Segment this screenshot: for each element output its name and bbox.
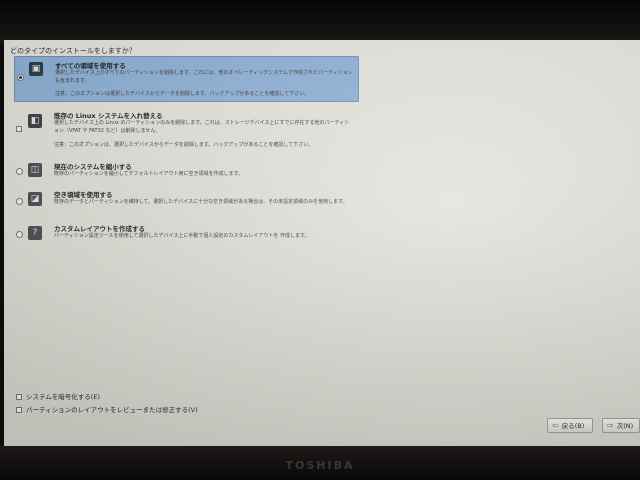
back-button[interactable]: ⇦ 戻る(B) xyxy=(547,418,593,433)
option-replace-linux[interactable]: ◧ 既存の Linux システムを入れ替える 選択したデバイス上の Linux … xyxy=(14,108,359,154)
encrypt-system-checkbox-row[interactable]: システムを暗号化する(E) xyxy=(16,391,100,401)
monitor-brand-logo: TOSHIBA xyxy=(285,459,355,472)
shrink-drive-icon: ◫ xyxy=(28,163,42,177)
installation-type-question: どのタイプのインストールをしますか？ xyxy=(10,47,136,55)
option-description: 既存のデータとパーティションを維持して、選択したデバイスに十分な空き領域がある場… xyxy=(54,199,348,205)
radio-custom-layout[interactable] xyxy=(16,231,23,238)
review-layout-label: パーティションのレイアウトをレビューまたは修正する(V) xyxy=(26,406,198,414)
option-warning: 注意：このオプションは選択したデバイスからデータを削除します。バックアップがある… xyxy=(55,91,310,97)
next-button[interactable]: ⇨ 次(N) xyxy=(602,418,640,433)
next-button-label: 次(N) xyxy=(616,422,634,430)
drive-full-icon: ▣ xyxy=(29,62,43,76)
option-description: 選択したデバイス上のすべてのパーティションを削除します。これには、他のオペレーテ… xyxy=(55,70,353,84)
encrypt-system-checkbox[interactable] xyxy=(16,394,22,400)
option-use-free-space[interactable]: ◪ 空き領域を使用する 既存のデータとパーティションを維持して、選択したデバイス… xyxy=(14,188,359,216)
radio-use-free-space[interactable] xyxy=(16,198,23,205)
left-arrow-icon: ⇦ xyxy=(552,421,559,430)
radio-use-all-space[interactable] xyxy=(17,74,24,81)
monitor-bezel-top xyxy=(0,0,640,44)
option-description: パーティション設定ツールを使用して選択したデバイス上に手動で個人設定のカスタムレ… xyxy=(54,233,310,239)
back-button-label: 戻る(B) xyxy=(561,422,585,430)
option-shrink-system[interactable]: ◫ 現在のシステムを縮小する 既存のパーティションを縮小してデフォルトレイアウト… xyxy=(14,160,359,182)
review-layout-checkbox[interactable] xyxy=(16,407,22,413)
option-description: 選択したデバイス上の Linux のパーティションのみを削除します。これは、スト… xyxy=(54,120,350,134)
radio-replace-linux[interactable] xyxy=(16,126,22,132)
encrypt-system-label: システムを暗号化する(E) xyxy=(26,393,100,401)
option-description: 既存のパーティションを縮小してデフォルトレイアウト用に空き領域を作成します。 xyxy=(54,171,244,177)
linux-drive-icon: ◧ xyxy=(28,114,42,128)
review-layout-checkbox-row[interactable]: パーティションのレイアウトをレビューまたは修正する(V) xyxy=(16,404,198,414)
installer-screen: どのタイプのインストールをしますか？ ▣ すべての領域を使用する 選択したデバイ… xyxy=(4,40,640,446)
custom-layout-icon: ? xyxy=(28,226,42,240)
right-arrow-icon: ⇨ xyxy=(607,421,614,430)
radio-shrink-system[interactable] xyxy=(16,168,23,175)
option-custom-layout[interactable]: ? カスタムレイアウトを作成する パーティション設定ツールを使用して選択したデバ… xyxy=(14,222,359,244)
option-warning: 注意：このオプションは、選択したデバイスからデータを削除します。バックアップがあ… xyxy=(54,142,314,148)
free-space-icon: ◪ xyxy=(28,192,42,206)
option-use-all-space[interactable]: ▣ すべての領域を使用する 選択したデバイス上のすべてのパーティションを削除しま… xyxy=(14,56,359,102)
